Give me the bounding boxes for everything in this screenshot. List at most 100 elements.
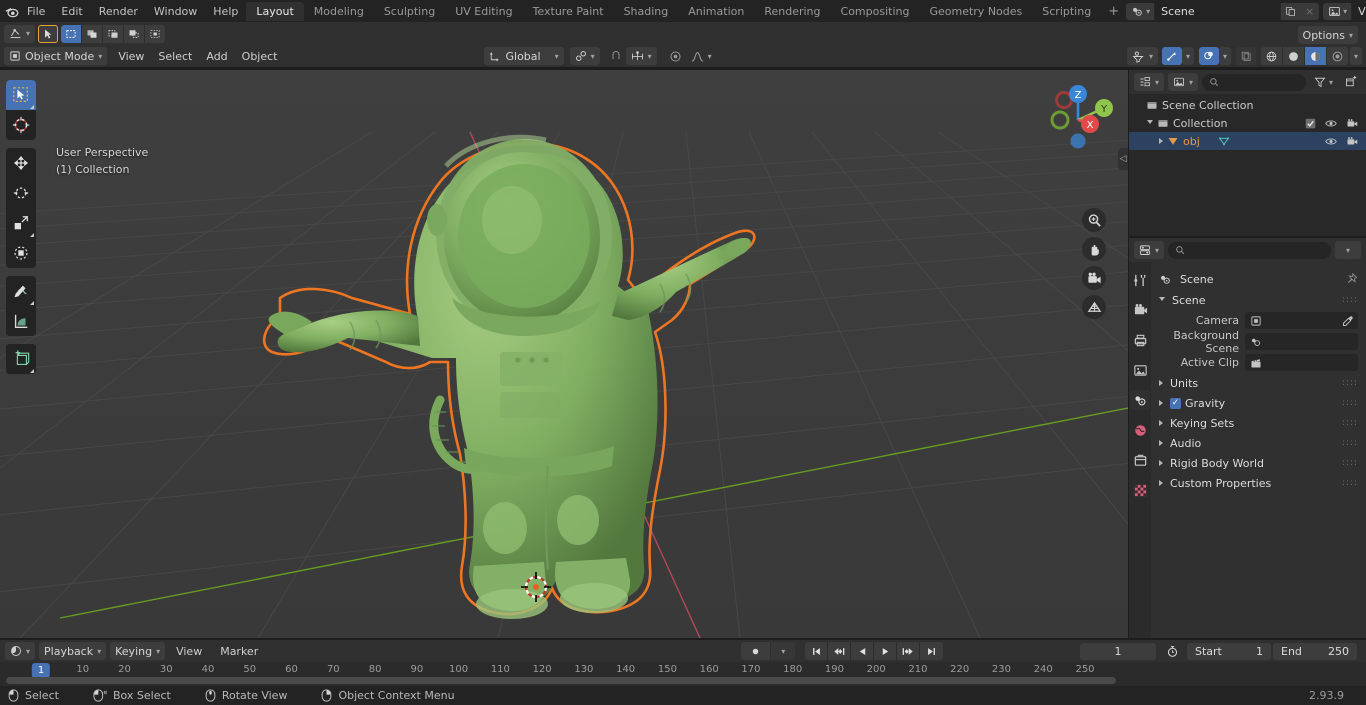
workspace-tab-compositing[interactable]: Compositing — [831, 2, 920, 21]
world-tab[interactable] — [1130, 420, 1150, 440]
menu-file[interactable]: File — [19, 3, 53, 20]
chevron-right-icon[interactable] — [1159, 480, 1163, 486]
snap-target-selector[interactable]: ▾ — [569, 47, 600, 65]
solid-shading-button[interactable] — [1282, 47, 1305, 65]
editor-type-selector[interactable]: ▾ — [4, 24, 36, 43]
outliner-editor[interactable]: ▾ ▾ ▾ Scene Collection Collection obj — [1128, 70, 1366, 236]
unlink-scene-button[interactable]: × — [1300, 2, 1320, 20]
add-cube-tool[interactable] — [6, 344, 36, 374]
add-workspace-button[interactable]: + — [1101, 1, 1126, 22]
timeline-horizontal-scrollbar[interactable] — [6, 677, 1116, 684]
tweak-tool-button[interactable] — [38, 24, 59, 43]
workspace-tab-shading[interactable]: Shading — [614, 2, 679, 21]
current-frame-field[interactable]: 1 — [1080, 642, 1156, 660]
panel-header-audio[interactable]: Audio:::: — [1151, 433, 1366, 453]
workspace-tab-animation[interactable]: Animation — [678, 2, 754, 21]
tweak-select-tool[interactable] — [6, 80, 36, 110]
properties-editor[interactable]: ▾ ▾ Scene Scene:::: Camera Background S… — [1128, 236, 1366, 638]
auto-keying-options-dropdown[interactable]: ▾ — [771, 642, 796, 660]
show-gizmo-button[interactable] — [1161, 47, 1182, 65]
view-layer-selector[interactable]: ▾ View Layer × — [1323, 2, 1366, 20]
workspace-tab-geometry-nodes[interactable]: Geometry Nodes — [919, 2, 1032, 21]
object-tab[interactable] — [1130, 450, 1150, 470]
outliner-filter-button[interactable]: ▾ — [1310, 73, 1337, 91]
navigation-gizmo[interactable]: Z Y X — [1036, 78, 1120, 162]
material-preview-button[interactable] — [1304, 47, 1327, 65]
keying-menu[interactable]: Keying ▾ — [110, 642, 166, 660]
camera-view-tool-icon[interactable] — [1082, 266, 1106, 290]
transform-tool[interactable] — [6, 238, 36, 268]
viewport-menu-add[interactable]: Add — [199, 48, 234, 65]
cursor-tool[interactable] — [6, 110, 36, 140]
outliner-new-collection-button[interactable] — [1341, 73, 1361, 91]
shading-options-dropdown[interactable]: ▾ — [1349, 47, 1362, 65]
start-frame-field[interactable]: Start 1 — [1187, 642, 1271, 660]
select-box-button[interactable] — [61, 24, 83, 43]
chevron-right-icon[interactable] — [1159, 420, 1163, 426]
viewport-menu-select[interactable]: Select — [151, 48, 199, 65]
proportional-editing-button[interactable] — [665, 47, 686, 65]
panel-header-scene[interactable]: Scene :::: — [1151, 290, 1366, 310]
viewport-menu-object[interactable]: Object — [235, 48, 285, 65]
sidebar-toggle-arrow[interactable]: ◁ — [1118, 148, 1128, 170]
panel-header-gravity[interactable]: ✓ Gravity:::: — [1151, 393, 1366, 413]
outliner-disable-render-icon[interactable] — [1346, 136, 1358, 147]
rotate-tool[interactable] — [6, 178, 36, 208]
outliner-editor-type-selector[interactable]: ▾ — [1134, 73, 1165, 91]
panel-header-units[interactable]: Units:::: — [1151, 373, 1366, 393]
menu-help[interactable]: Help — [205, 3, 246, 20]
chevron-down-icon[interactable] — [1147, 119, 1153, 127]
play-reverse-button[interactable] — [851, 642, 875, 660]
chevron-right-icon[interactable] — [1159, 460, 1163, 466]
new-scene-button[interactable] — [1280, 2, 1301, 20]
overlay-options-dropdown[interactable]: ▾ — [1218, 47, 1231, 65]
gizmo-options-dropdown[interactable]: ▾ — [1181, 47, 1194, 65]
workspace-tab-scripting[interactable]: Scripting — [1032, 2, 1101, 21]
outliner-search-input[interactable] — [1202, 73, 1306, 91]
blender-logo-icon[interactable] — [4, 0, 19, 22]
wireframe-shading-button[interactable] — [1260, 47, 1283, 65]
chevron-right-icon[interactable] — [1159, 440, 1163, 446]
move-tool[interactable] — [6, 148, 36, 178]
scene-tab[interactable] — [1130, 390, 1150, 410]
render-tab[interactable] — [1130, 300, 1150, 320]
auto-keying-button[interactable] — [741, 642, 772, 660]
snap-settings-selector[interactable]: ▾ — [625, 47, 657, 65]
select-subtract-button[interactable] — [103, 24, 125, 43]
properties-editor-type-selector[interactable]: ▾ — [1134, 241, 1165, 259]
tool-tab[interactable] — [1130, 270, 1150, 290]
chevron-right-icon[interactable] — [1159, 138, 1163, 144]
camera-field[interactable] — [1245, 312, 1358, 329]
timeline-view-menu[interactable]: View — [169, 643, 209, 660]
playback-menu[interactable]: Playback ▾ — [39, 642, 107, 660]
select-intersect-button[interactable] — [145, 24, 166, 43]
panel-header-keying-sets[interactable]: Keying Sets:::: — [1151, 413, 1366, 433]
xray-toggle-button[interactable] — [1235, 47, 1256, 65]
jump-next-keyframe-button[interactable] — [897, 642, 921, 660]
view-layer-tab[interactable] — [1130, 360, 1150, 380]
panel-header-rigid-body-world[interactable]: Rigid Body World:::: — [1151, 453, 1366, 473]
workspace-tab-sculpting[interactable]: Sculpting — [374, 2, 445, 21]
3d-viewport[interactable]: User Perspective (1) Collection Z Y X ◁ — [0, 70, 1128, 638]
use-preview-range-button[interactable] — [1162, 642, 1183, 660]
texture-tab[interactable] — [1130, 480, 1150, 500]
snap-toggle-button[interactable] — [606, 47, 626, 65]
timeline-editor-type-selector[interactable]: ▾ — [5, 642, 36, 660]
workspace-tab-uv-editing[interactable]: UV Editing — [445, 2, 522, 21]
workspace-tab-modeling[interactable]: Modeling — [304, 2, 374, 21]
outliner-hide-eye-icon[interactable] — [1325, 136, 1337, 147]
outliner-display-mode-selector[interactable]: ▾ — [1168, 73, 1199, 91]
outliner-hide-eye-icon[interactable] — [1325, 118, 1337, 129]
outliner-checkbox[interactable] — [1305, 118, 1316, 129]
proportional-falloff-selector[interactable]: ▾ — [686, 47, 717, 65]
object-visibility-selector[interactable]: ▾ — [1126, 47, 1158, 65]
properties-search-input[interactable] — [1168, 241, 1331, 259]
timeline-marker-menu[interactable]: Marker — [213, 643, 265, 660]
panel-checkbox[interactable]: ✓ — [1170, 397, 1181, 409]
menu-window[interactable]: Window — [146, 3, 205, 20]
output-tab[interactable] — [1130, 330, 1150, 350]
scene-name[interactable]: Scene — [1155, 2, 1281, 20]
view-layer-name[interactable]: View Layer — [1352, 2, 1366, 20]
pan-tool-icon[interactable] — [1082, 237, 1106, 261]
select-invert-button[interactable] — [124, 24, 146, 43]
